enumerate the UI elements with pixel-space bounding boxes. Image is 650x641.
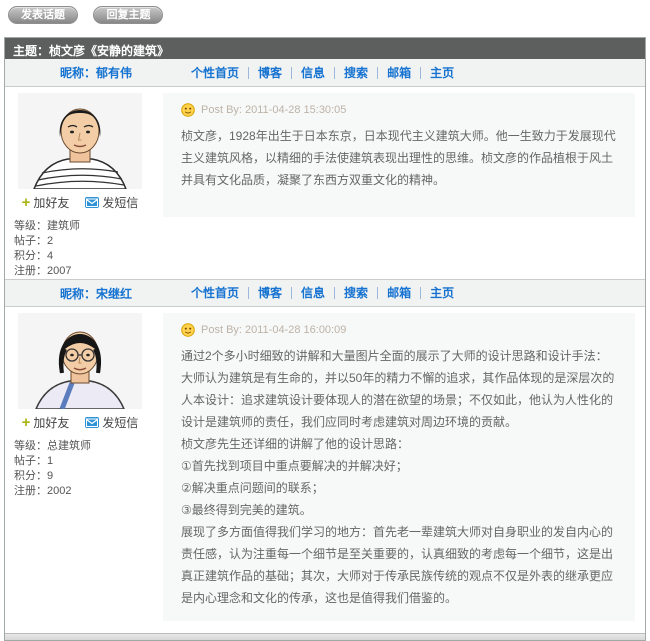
post-1-text: 桢文彦，1928年出生于日本东京，日本现代主义建筑大师。他一生致力于发展现代主义… [181,125,617,191]
stat-points: 积分：9 [14,469,155,484]
nav-link-blog[interactable]: 博客 [249,67,292,79]
stat-level: 等级：建筑师 [14,219,155,234]
add-friend-button[interactable]: + 加好友 [22,194,70,211]
paragraph: 通过2个多小时细致的讲解和大量图片全面的展示了大师的设计思路和设计手法：大师认为… [181,345,617,433]
post-1-user-nav: 个性首页 博客 信息 搜索 邮箱 主页 [182,67,463,79]
mail-icon [85,197,99,208]
post-2-user-cell: + 加好友 发短信 等级：总建筑师 帖子：1 积 [5,307,155,633]
post-1-user-stats: 等级：建筑师 帖子：2 积分：4 注册：2007 [14,219,155,279]
top-toolbar: 发表话题 回复主题 [0,0,650,24]
post-2-meta: Post By: 2011-04-28 16:00:09 [181,323,617,337]
post-2-actions: + 加好友 发短信 [5,414,155,431]
avatar-female-cartoon [18,313,142,409]
stat-registered: 注册：2002 [14,484,155,499]
thread-footer-strip [5,633,645,640]
nav-link-mailbox[interactable]: 邮箱 [378,67,421,79]
post-2-timestamp: Post By: 2011-04-28 16:00:09 [201,324,346,336]
nav-link-info[interactable]: 信息 [292,287,335,299]
post-1-user-cell: + 加好友 发短信 等级：建筑师 帖子：2 积分 [5,87,155,279]
avatar-male-illustration [18,93,142,189]
nav-link-homepage[interactable]: 主页 [421,67,463,79]
stat-posts: 帖子：2 [14,234,155,249]
paragraph: ②解决重点问题间的联系； [181,477,617,499]
post-1-nickname: 昵称：郁有伟 [60,64,182,81]
send-message-button[interactable]: 发短信 [85,414,138,431]
send-message-button[interactable]: 发短信 [85,194,138,211]
nav-link-info[interactable]: 信息 [292,67,335,79]
send-message-label: 发短信 [102,414,138,431]
avatar-male-cartoon [18,93,142,189]
reply-topic-button[interactable]: 回复主题 [93,6,163,24]
stat-points: 积分：4 [14,249,155,264]
nav-link-search[interactable]: 搜索 [335,287,378,299]
post-2-body: + 加好友 发短信 等级：总建筑师 帖子：1 积 [5,307,645,633]
post-2-user-stats: 等级：总建筑师 帖子：1 积分：9 注册：2002 [14,439,155,499]
nav-link-profile-home[interactable]: 个性首页 [182,67,249,79]
paragraph: 展现了多方面值得我们学习的地方：首先老一辈建筑大师对自身职业的发自内心的责任感，… [181,521,617,609]
paragraph: ③最终得到完美的建筑。 [181,499,617,521]
post-1-content-box: Post By: 2011-04-28 15:30:05 桢文彦，1928年出生… [163,93,635,217]
add-friend-label: 加好友 [33,414,69,431]
post-1: 昵称：郁有伟 个性首页 博客 信息 搜索 邮箱 主页 [5,59,645,279]
post-2-header: 昵称：宋继红 个性首页 博客 信息 搜索 邮箱 主页 [5,279,645,307]
topic-title: 主题：桢文彦《安静的建筑》 [13,44,169,58]
post-1-actions: + 加好友 发短信 [5,194,155,211]
post-1-content-cell: Post By: 2011-04-28 15:30:05 桢文彦，1928年出生… [155,87,645,279]
add-friend-label: 加好友 [33,194,69,211]
smiley-icon [181,323,195,337]
paragraph: 桢文彦先生还详细的讲解了他的设计思路： [181,433,617,455]
send-message-label: 发短信 [102,194,138,211]
nav-link-profile-home[interactable]: 个性首页 [182,287,249,299]
nav-link-mailbox[interactable]: 邮箱 [378,287,421,299]
plus-icon: + [22,417,31,429]
paragraph: 桢文彦，1928年出生于日本东京，日本现代主义建筑大师。他一生致力于发展现代主义… [181,125,617,191]
avatar-female-illustration [18,313,142,409]
post-topic-button[interactable]: 发表话题 [8,6,78,24]
mail-icon [85,417,99,428]
stat-posts: 帖子：1 [14,454,155,469]
add-friend-button[interactable]: + 加好友 [22,414,70,431]
post-2-text: 通过2个多小时细致的讲解和大量图片全面的展示了大师的设计思路和设计手法：大师认为… [181,345,617,609]
smiley-icon [181,103,195,117]
stat-registered: 注册：2007 [14,264,155,279]
post-2-nickname: 昵称：宋继红 [60,285,182,302]
nav-link-search[interactable]: 搜索 [335,67,378,79]
post-2-content-box: Post By: 2011-04-28 16:00:09 通过2个多小时细致的讲… [163,313,635,621]
post-1-timestamp: Post By: 2011-04-28 15:30:05 [201,104,346,116]
post-2-user-nav: 个性首页 博客 信息 搜索 邮箱 主页 [182,287,463,299]
post-1-meta: Post By: 2011-04-28 15:30:05 [181,103,617,117]
topic-title-bar: 主题：桢文彦《安静的建筑》 [5,38,645,59]
plus-icon: + [22,197,31,209]
post-2-content-cell: Post By: 2011-04-28 16:00:09 通过2个多小时细致的讲… [155,307,645,633]
nav-link-homepage[interactable]: 主页 [421,287,463,299]
thread-container: 主题：桢文彦《安静的建筑》 昵称：郁有伟 个性首页 博客 信息 搜索 邮箱 主页 [4,37,646,641]
post-1-header: 昵称：郁有伟 个性首页 博客 信息 搜索 邮箱 主页 [5,59,645,87]
post-2: 昵称：宋继红 个性首页 博客 信息 搜索 邮箱 主页 [5,279,645,633]
stat-level: 等级：总建筑师 [14,439,155,454]
post-1-body: + 加好友 发短信 等级：建筑师 帖子：2 积分 [5,87,645,279]
nav-link-blog[interactable]: 博客 [249,287,292,299]
paragraph: ①首先找到项目中重点要解决的并解决好； [181,455,617,477]
